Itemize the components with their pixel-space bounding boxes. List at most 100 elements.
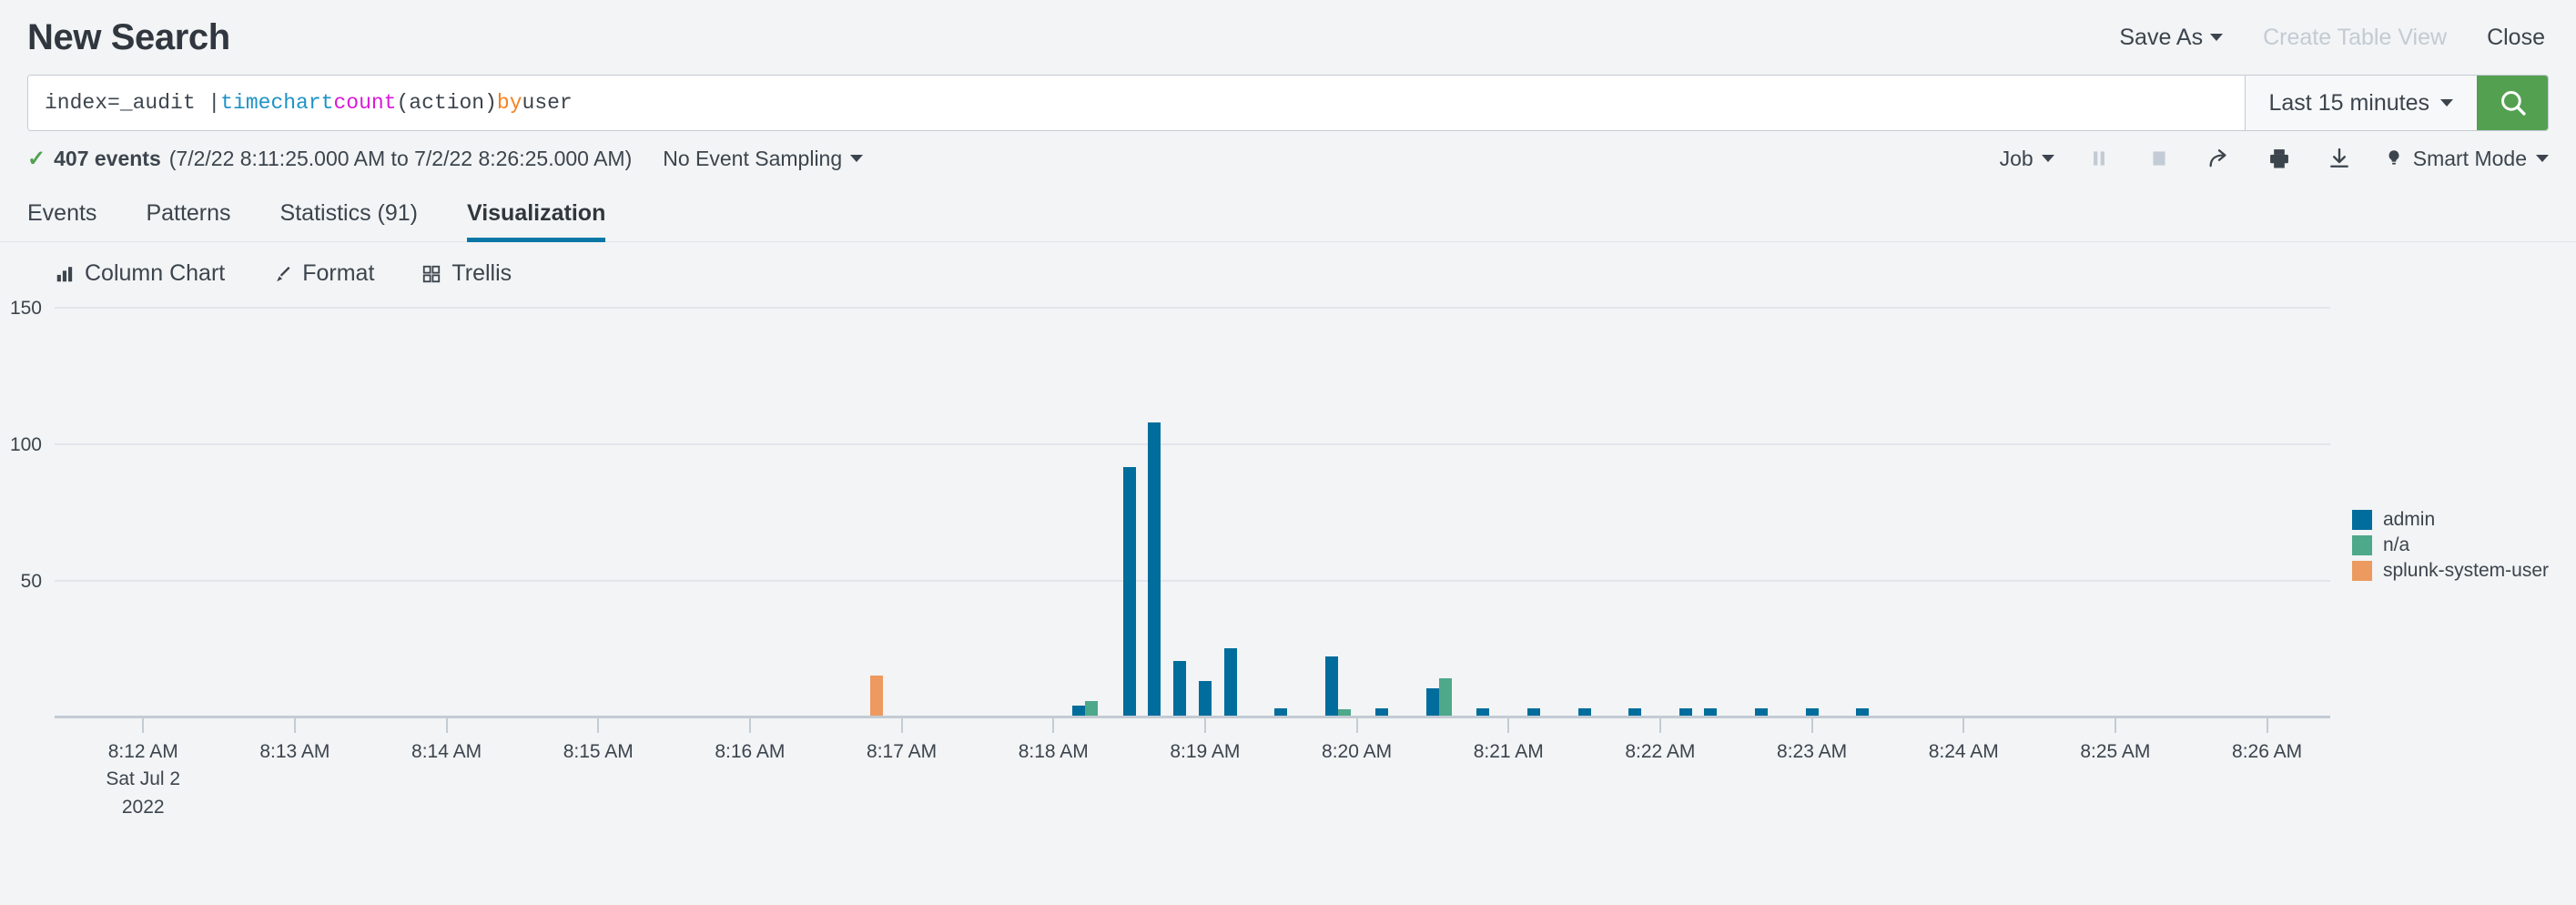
chart-bar[interactable] (1425, 688, 1439, 716)
chart-bar[interactable] (1198, 680, 1212, 716)
job-dropdown[interactable]: Job (2000, 147, 2054, 171)
chevron-down-icon (2041, 155, 2054, 162)
format-button[interactable]: Format (272, 260, 374, 287)
export-button[interactable] (2324, 143, 2355, 174)
x-axis-tick-time: 8:15 AM (563, 741, 634, 762)
legend-swatch (2351, 535, 2372, 555)
x-axis-tick (1962, 718, 1965, 733)
chart-legend: admin n/a splunk-system-user (2351, 509, 2549, 582)
chart-bar[interactable] (1084, 700, 1098, 716)
time-range-picker[interactable]: Last 15 minutes (2244, 76, 2477, 130)
x-axis-tick (1052, 718, 1055, 733)
chart-bar[interactable] (1476, 707, 1490, 716)
x-axis-baseline (55, 716, 2330, 718)
query-plain-2: user (522, 91, 573, 115)
tab-statistics-91[interactable]: Statistics (91) (256, 200, 442, 241)
x-axis-tick-time: 8:19 AM (1170, 741, 1241, 762)
close-button[interactable]: Close (2487, 25, 2545, 51)
x-axis-tick-label: 8:14 AM (411, 738, 482, 766)
gridline (55, 443, 2330, 446)
chevron-down-icon (850, 155, 864, 162)
x-axis-tick (445, 718, 448, 733)
trellis-button[interactable]: Trellis (421, 260, 512, 287)
stop-icon (2153, 151, 2165, 166)
tab-visualization[interactable]: Visualization (442, 200, 630, 242)
close-label: Close (2487, 24, 2545, 50)
x-axis-tick-label: 8:22 AM (1625, 738, 1695, 766)
print-button[interactable] (2264, 143, 2295, 174)
download-icon (2329, 147, 2348, 168)
x-axis-tick (1810, 718, 1813, 733)
create-table-view-label: Create Table View (2263, 24, 2448, 50)
chart-bar[interactable] (1438, 678, 1452, 716)
x-axis-tick-label: 8:17 AM (867, 738, 937, 766)
tab-label: Patterns (146, 200, 231, 226)
x-axis-tick-time: 8:24 AM (1928, 741, 1999, 762)
x-axis-tick-time: 8:20 AM (1322, 741, 1393, 762)
chart-toolbar-label: Trellis (451, 260, 512, 286)
chevron-down-icon (2536, 155, 2549, 162)
chart-bar[interactable] (1805, 707, 1819, 716)
legend-swatch (2351, 561, 2372, 581)
print-icon (2269, 149, 2288, 168)
x-axis-tick (1355, 718, 1358, 733)
share-button[interactable] (2204, 143, 2235, 174)
chart-bar[interactable] (1274, 707, 1288, 716)
x-axis-tick-label: 8:13 AM (259, 738, 330, 766)
chart-bar[interactable] (1678, 707, 1692, 716)
chart-bar[interactable] (1755, 707, 1768, 716)
legend-item[interactable]: splunk-system-user (2351, 560, 2549, 582)
x-axis-tick (1658, 718, 1661, 733)
chart-bar[interactable] (1148, 422, 1161, 716)
chevron-down-icon (2210, 34, 2224, 41)
chart-bar[interactable] (1173, 661, 1187, 716)
chart-bar[interactable] (1527, 707, 1540, 716)
chart-bar[interactable] (1704, 707, 1718, 716)
page-title: New Search (27, 17, 230, 57)
event-sampling-dropdown[interactable]: No Event Sampling (663, 147, 864, 171)
chart-bar[interactable] (1628, 707, 1642, 716)
tab-events[interactable]: Events (27, 200, 121, 241)
legend-label: n/a (2382, 534, 2410, 555)
save-as-button[interactable]: Save As (2119, 25, 2224, 51)
chart-bar[interactable] (1856, 707, 1870, 716)
chart-bar[interactable] (1577, 707, 1591, 716)
search-button[interactable] (2477, 76, 2548, 130)
query-paren: (action) (396, 91, 497, 115)
chart-bar[interactable] (1072, 706, 1085, 716)
lightbulb-icon (2388, 150, 2399, 165)
x-axis-tick (900, 718, 903, 733)
tab-patterns[interactable]: Patterns (121, 200, 255, 241)
x-axis-tick-label: 8:23 AM (1777, 738, 1847, 766)
tabs: Events Patterns Statistics (91) Visualizati… (27, 186, 2549, 242)
search-mode-dropdown[interactable]: Smart Mode (2384, 147, 2549, 171)
legend-label: admin (2382, 509, 2436, 530)
chart-bar[interactable] (869, 676, 883, 716)
x-axis-tick-time: 8:12 AM (107, 741, 178, 762)
column-chart-button[interactable]: Column Chart (55, 260, 225, 287)
time-range-label: Last 15 minutes (2268, 89, 2430, 116)
x-axis-tick (2266, 718, 2268, 733)
chart-bar[interactable] (1324, 656, 1338, 716)
query-plain-1: index=_audit | (45, 91, 221, 115)
x-axis-tick-time: 8:18 AM (1018, 741, 1089, 762)
x-axis-tick-time: 8:17 AM (867, 741, 938, 762)
app-header: New Search Save As Create Table View Clo… (0, 0, 2576, 75)
tab-label: Statistics (91) (279, 200, 418, 226)
legend-label: splunk-system-user (2382, 560, 2549, 581)
chart-toolbar-label: Format (302, 260, 375, 286)
results-info-bar: ✓ 407 events (7/2/22 8:11:25.000 AM to 7… (0, 131, 2576, 186)
chart-bar[interactable] (1223, 648, 1237, 716)
search-input[interactable]: index=_audit | timechart count (action) b… (28, 76, 2245, 130)
legend-item[interactable]: n/a (2351, 534, 2549, 556)
x-axis-tick-label: 8:12 AM Sat Jul 2 2022 (106, 738, 180, 821)
chart-bar[interactable] (1337, 709, 1351, 716)
x-axis-tick-time: 8:22 AM (1625, 741, 1696, 762)
pause-button (2084, 143, 2115, 174)
x-axis-tick-time: 8:13 AM (259, 741, 330, 762)
chart-bar[interactable] (1375, 707, 1389, 716)
paintbrush-icon (272, 264, 292, 284)
legend-item[interactable]: admin (2351, 509, 2549, 531)
x-axis-tick (2114, 718, 2116, 733)
chart-bar[interactable] (1122, 467, 1136, 716)
